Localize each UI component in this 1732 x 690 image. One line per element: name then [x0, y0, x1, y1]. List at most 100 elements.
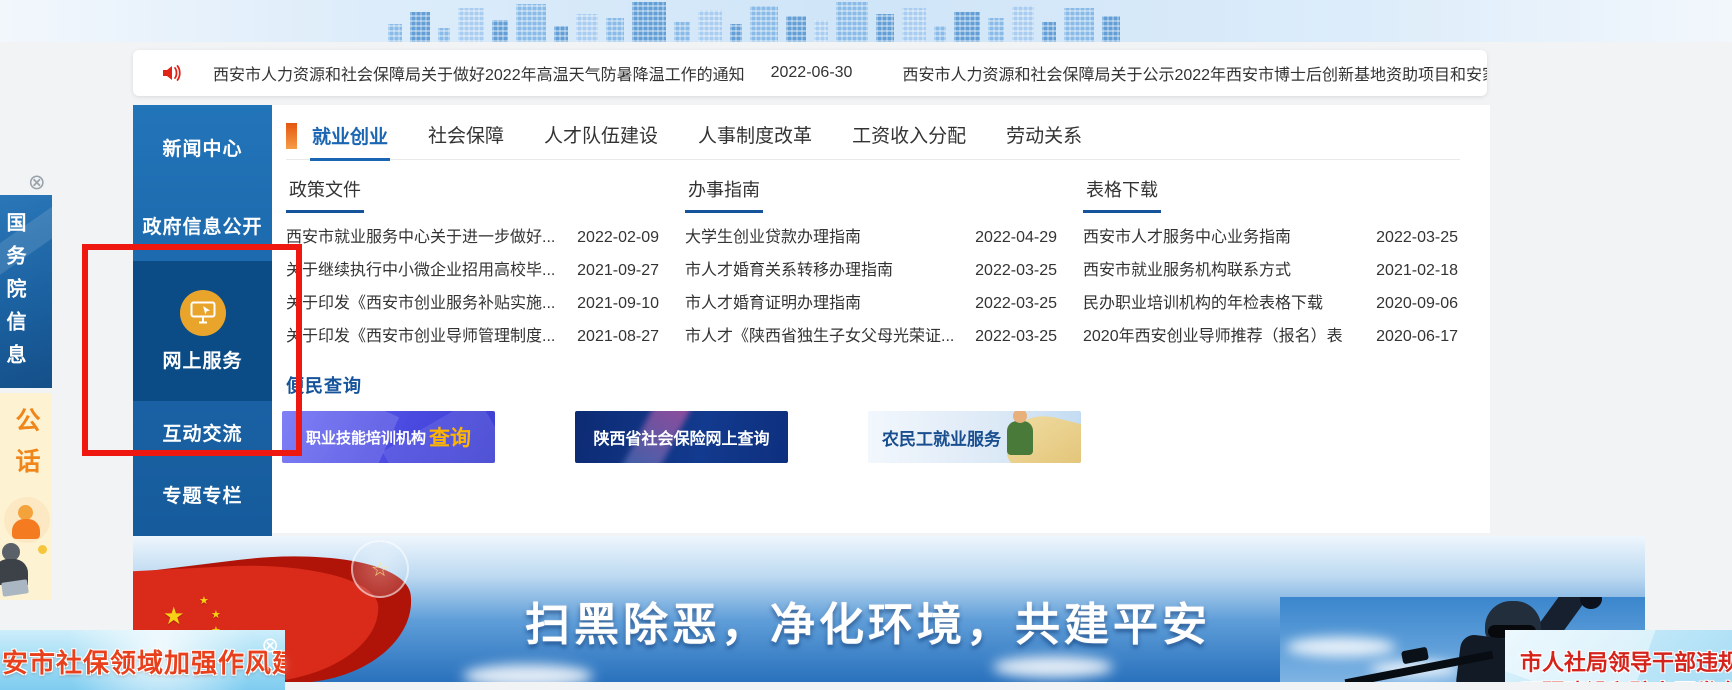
emblem-icon: ☆	[351, 540, 409, 598]
anti-crime-banner[interactable]: ★ ★ ★ ★ ★ ☆ 扫黑除恶，净化环境，共建平安	[133, 536, 1645, 682]
list-item-date: 2021-02-18	[1376, 254, 1458, 287]
cloud-graphic	[1286, 637, 1396, 657]
cloud-graphic	[463, 664, 593, 682]
list-item-title[interactable]: 2020年西安创业导师推荐（报名）表	[1083, 320, 1343, 353]
list-item-title[interactable]: 西安市人才服务中心业务指南	[1083, 221, 1291, 254]
banner-text: 陕西省社会保险网上查询	[593, 425, 769, 449]
banner-slogan: 扫黑除恶，净化环境，共建平安	[525, 588, 1211, 653]
list-item-date: 2022-03-25	[975, 254, 1057, 287]
list-item: 2020年西安创业导师推荐（报名）表 2020-06-17	[1083, 320, 1458, 353]
tab-employment[interactable]: 就业创业	[310, 113, 390, 161]
list-item-title[interactable]: 市人才《陕西省独生子女父母光荣证...	[685, 320, 954, 353]
column-service-guide: 办事指南 大学生创业贷款办理指南 2022-04-29 市人才婚育关系转移办理指…	[685, 176, 1057, 353]
download-list: 西安市人才服务中心业务指南 2022-03-25 西安市就业服务机构联系方式 2…	[1083, 221, 1458, 353]
sidebar-item-label: 新闻中心	[162, 134, 242, 161]
sidebar-item-gov-info[interactable]: 政府信息公开	[133, 189, 272, 261]
banner-migrant-worker-service[interactable]: 农民工就业服务	[868, 411, 1081, 463]
star-icon: ★	[199, 594, 209, 607]
list-item-title[interactable]: 西安市就业服务机构联系方式	[1083, 254, 1291, 287]
sidebar-item-online-services[interactable]: 网上服务	[133, 261, 272, 401]
farmer-graphic	[1007, 421, 1033, 455]
cityscape-graphic	[0, 0, 1732, 42]
column-header[interactable]: 办事指南	[685, 176, 763, 213]
tab-marker-icon	[286, 123, 297, 149]
banner-text: 职业技能培训机构	[306, 427, 426, 448]
sidebar-item-label: 互动交流	[162, 419, 242, 446]
bottom-right-popup[interactable]: 市人社局领导干部违规 干预建设和矿产开发专项整治	[1505, 630, 1732, 682]
operator-avatar	[18, 505, 33, 520]
list-item-date: 2022-03-25	[1376, 221, 1458, 254]
list-item-title[interactable]: 大学生创业贷款办理指南	[685, 221, 861, 254]
sniper-silhouette	[1580, 597, 1602, 609]
list-item-date: 2022-04-29	[975, 221, 1057, 254]
list-item-date: 2022-03-25	[975, 320, 1057, 353]
tab-talent-team[interactable]: 人才队伍建设	[542, 112, 660, 160]
list-item-title[interactable]: 市人才婚育关系转移办理指南	[685, 254, 893, 287]
ticker-item-1-title[interactable]: 西安市人力资源和社会保障局关于做好2022年高温天气防暑降温工作的通知	[213, 61, 745, 85]
gov-info-vertical-label: 国务院信息	[0, 207, 52, 382]
category-tabs: 就业创业 社会保障 人才队伍建设 人事制度改革 工资收入分配 劳动关系	[286, 113, 1460, 160]
tab-wage-distribution[interactable]: 工资收入分配	[850, 112, 968, 160]
banner-social-insurance-query[interactable]: 陕西省社会保险网上查询	[575, 411, 788, 463]
popup-text: 安市社保领域加强作风建	[2, 643, 285, 680]
list-item: 关于继续执行中小微企业招用高校毕... 2021-09-27	[286, 254, 659, 287]
column-header[interactable]: 表格下载	[1083, 176, 1161, 213]
list-item: 市人才婚育证明办理指南 2022-03-25	[685, 287, 1057, 320]
banner-training-org-query[interactable]: 职业技能培训机构 查询	[282, 411, 495, 463]
star-icon: ★	[163, 602, 185, 631]
list-item: 民办职业培训机构的年检表格下载 2020-09-06	[1083, 287, 1458, 320]
content-columns: 政策文件 西安市就业服务中心关于进一步做好... 2022-02-09 关于继续…	[286, 176, 1460, 353]
main-content-panel: 就业创业 社会保障 人才队伍建设 人事制度改革 工资收入分配 劳动关系 政策文件…	[272, 105, 1490, 533]
list-item-date: 2020-06-17	[1376, 320, 1458, 353]
close-icon[interactable]: ⊗	[28, 172, 46, 193]
decor-dot	[38, 545, 47, 554]
news-ticker: 西安市人力资源和社会保障局关于做好2022年高温天气防暑降温工作的通知 2022…	[133, 50, 1487, 96]
ticker-item-2-title[interactable]: 西安市人力资源和社会保障局关于公示2022年西安市博士后创新基地资助项目和安家	[902, 61, 1487, 85]
popup-text-line1: 市人社局领导干部违规	[1520, 645, 1732, 677]
quick-query-heading: 便民查询	[286, 372, 1460, 398]
list-item-date: 2021-08-27	[577, 320, 659, 353]
column-header[interactable]: 政策文件	[286, 176, 364, 213]
bottom-left-popup[interactable]: 安市社保领域加强作风建 ⊗	[0, 630, 285, 690]
policy-list: 西安市就业服务中心关于进一步做好... 2022-02-09 关于继续执行中小微…	[286, 221, 659, 353]
list-item-title[interactable]: 关于印发《西安市创业导师管理制度...	[286, 320, 555, 353]
sidebar-item-news-center[interactable]: 新闻中心	[133, 105, 272, 189]
list-item-title[interactable]: 西安市就业服务中心关于进一步做好...	[286, 221, 555, 254]
list-item: 市人才婚育关系转移办理指南 2022-03-25	[685, 254, 1057, 287]
banner-text: 农民工就业服务	[882, 425, 1001, 450]
speaker-icon	[161, 64, 181, 82]
cloud-graphic	[993, 656, 1113, 678]
sidebar-item-label: 网上服务	[162, 346, 242, 373]
main-sidebar: 新闻中心 政府信息公开 网上服务 互动交流 专题专栏	[133, 105, 272, 575]
list-item-title[interactable]: 关于继续执行中小微企业招用高校毕...	[286, 254, 555, 287]
quick-query-banners: 职业技能培训机构 查询 陕西省社会保险网上查询 农民工就业服务	[282, 411, 1460, 463]
popup-text-line2: 干预建设和矿产开发专项整治	[1520, 675, 1732, 682]
hotline-widget[interactable]: 公话	[0, 393, 52, 600]
list-item-title[interactable]: 民办职业培训机构的年检表格下载	[1083, 287, 1323, 320]
list-item-date: 2022-03-25	[975, 287, 1057, 320]
close-icon[interactable]: ⊗	[261, 635, 279, 656]
sidebar-item-interaction[interactable]: 互动交流	[133, 401, 272, 463]
banner-highlight-text: 查询	[429, 422, 471, 452]
list-item: 市人才《陕西省独生子女父母光荣证... 2022-03-25	[685, 320, 1057, 353]
list-item-title[interactable]: 关于印发《西安市创业服务补贴实施...	[286, 287, 555, 320]
list-item-date: 2022-02-09	[577, 221, 659, 254]
list-item: 大学生创业贷款办理指南 2022-04-29	[685, 221, 1057, 254]
tab-personnel-reform[interactable]: 人事制度改革	[696, 112, 814, 160]
list-item: 西安市就业服务中心关于进一步做好... 2022-02-09	[286, 221, 659, 254]
sidebar-item-special-topics[interactable]: 专题专栏	[133, 463, 272, 525]
list-item-date: 2021-09-10	[577, 287, 659, 320]
list-item-title[interactable]: 市人才婚育证明办理指南	[685, 287, 861, 320]
guide-list: 大学生创业贷款办理指南 2022-04-29 市人才婚育关系转移办理指南 202…	[685, 221, 1057, 353]
gov-info-widget[interactable]: 国务院信息	[0, 195, 52, 388]
list-item-date: 2020-09-06	[1376, 287, 1458, 320]
ticker-item-1-date: 2022-06-30	[771, 64, 853, 82]
list-item: 关于印发《西安市创业服务补贴实施... 2021-09-10	[286, 287, 659, 320]
tab-social-security[interactable]: 社会保障	[426, 112, 506, 160]
column-policy-documents: 政策文件 西安市就业服务中心关于进一步做好... 2022-02-09 关于继续…	[286, 176, 659, 353]
list-item: 西安市人才服务中心业务指南 2022-03-25	[1083, 221, 1458, 254]
list-item: 关于印发《西安市创业导师管理制度... 2021-08-27	[286, 320, 659, 353]
sidebar-item-label: 专题专栏	[162, 481, 242, 508]
list-item-date: 2021-09-27	[577, 254, 659, 287]
tab-labor-relations[interactable]: 劳动关系	[1004, 112, 1084, 160]
